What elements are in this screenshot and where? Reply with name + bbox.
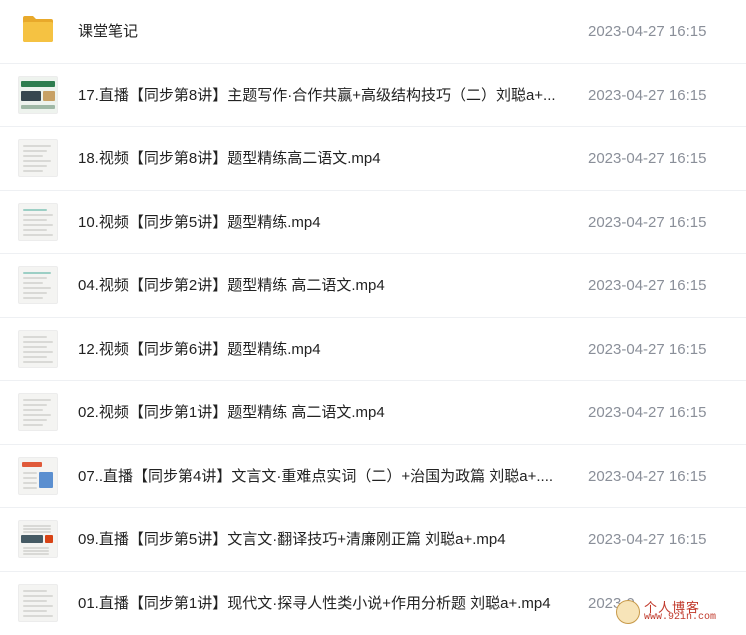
file-row[interactable]: 12.视频【同步第6讲】题型精练.mp4 2023-04-27 16:15 (0, 318, 746, 382)
file-date: 2023-04-27 16:15 (588, 191, 706, 254)
file-name[interactable]: 10.视频【同步第5讲】题型精练.mp4 (78, 191, 321, 254)
file-name[interactable]: 12.视频【同步第6讲】题型精练.mp4 (78, 318, 321, 381)
file-date: 2023-04-27 16:15 (588, 64, 706, 127)
file-name[interactable]: 18.视频【同步第8讲】题型精练高二语文.mp4 (78, 127, 381, 190)
file-row[interactable]: 课堂笔记 2023-04-27 16:15 (0, 0, 746, 64)
file-row[interactable]: 10.视频【同步第5讲】题型精练.mp4 2023-04-27 16:15 (0, 191, 746, 255)
file-name[interactable]: 09.直播【同步第5讲】文言文·翻译技巧+清廉刚正篇 刘聪a+.mp4 (78, 508, 506, 571)
watermark: 个人博客 www.92in.com (614, 597, 742, 627)
video-thumbnail-icon (18, 520, 58, 558)
video-thumbnail-icon (18, 76, 58, 114)
video-thumbnail-icon (18, 266, 58, 304)
file-date: 2023-04-27 16:15 (588, 318, 706, 381)
file-name[interactable]: 04.视频【同步第2讲】题型精练 高二语文.mp4 (78, 254, 385, 317)
file-name[interactable]: 01.直播【同步第1讲】现代文·探寻人性类小说+作用分析题 刘聪a+.mp4 (78, 572, 551, 635)
video-thumbnail-icon (18, 139, 58, 177)
folder-icon (22, 14, 54, 44)
video-thumbnail-icon (18, 330, 58, 368)
file-name[interactable]: 02.视频【同步第1讲】题型精练 高二语文.mp4 (78, 381, 385, 444)
file-list: 课堂笔记2023-04-27 16:1517.直播【同步第8讲】主题写作·合作共… (0, 0, 746, 635)
file-date: 2023-04-27 16:15 (588, 254, 706, 317)
video-thumbnail-icon (18, 584, 58, 622)
file-row[interactable]: 04.视频【同步第2讲】题型精练 高二语文.mp4 2023-04-27 16:1… (0, 254, 746, 318)
file-name[interactable]: 17.直播【同步第8讲】主题写作·合作共赢+高级结构技巧（二）刘聪a+... (78, 64, 556, 127)
video-thumbnail-icon (18, 203, 58, 241)
file-row[interactable]: 09.直播【同步第5讲】文言文·翻译技巧+清廉刚正篇 刘聪a+.mp4 2023-… (0, 508, 746, 572)
file-date: 2023-04-27 16:15 (588, 445, 706, 508)
file-name[interactable]: 课堂笔记 (78, 0, 138, 63)
video-thumbnail-icon (18, 457, 58, 495)
file-name[interactable]: 07..直播【同步第4讲】文言文·重难点实词（二）+治国为政篇 刘聪a+.... (78, 445, 553, 508)
file-date: 2023-04-27 16:15 (588, 508, 706, 571)
blog-logo-icon (616, 600, 640, 624)
file-date: 2023-04-27 16:15 (588, 127, 706, 190)
file-row[interactable]: 17.直播【同步第8讲】主题写作·合作共赢+高级结构技巧（二）刘聪a+... 20… (0, 64, 746, 128)
file-row[interactable]: 07..直播【同步第4讲】文言文·重难点实词（二）+治国为政篇 刘聪a+....… (0, 445, 746, 509)
file-date: 2023-04-27 16:15 (588, 0, 706, 63)
file-row[interactable]: 02.视频【同步第1讲】题型精练 高二语文.mp4 2023-04-27 16:1… (0, 381, 746, 445)
file-date: 2023-04-27 16:15 (588, 381, 706, 444)
file-row[interactable]: 18.视频【同步第8讲】题型精练高二语文.mp4 2023-04-27 16:15 (0, 127, 746, 191)
watermark-url: www.92in.com (644, 612, 716, 623)
video-thumbnail-icon (18, 393, 58, 431)
